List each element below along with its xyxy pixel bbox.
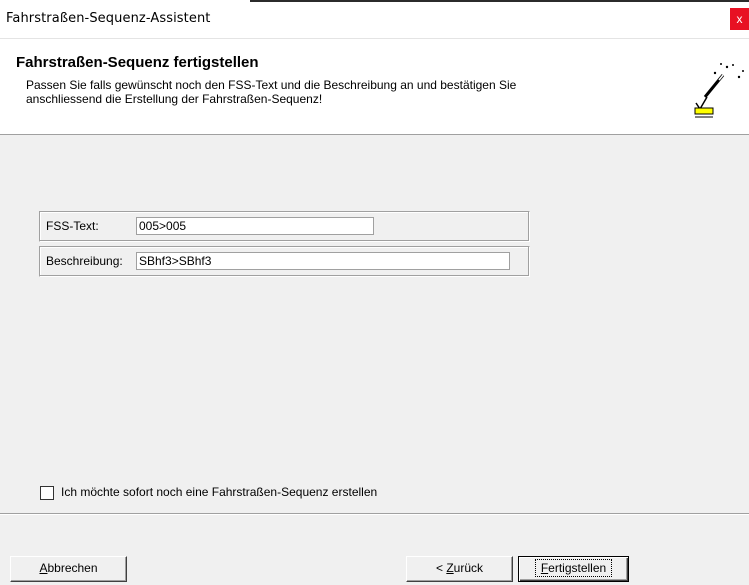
beschreibung-row: Beschreibung: — [39, 246, 530, 277]
finish-button-label: ertigstellen — [548, 561, 607, 575]
back-button[interactable]: < Zurück — [406, 556, 513, 582]
close-button[interactable]: x — [730, 8, 749, 30]
create-another-label: Ich möchte sofort noch eine Fahrstraßen-… — [61, 485, 378, 499]
back-button-prefix: < — [435, 561, 447, 575]
cancel-button[interactable]: Abbrechen — [10, 556, 127, 582]
window-title: Fahrstraßen-Sequenz-Assistent — [6, 11, 211, 26]
page-description-line-2: anschliessend die Erstellung der Fahrstr… — [26, 92, 323, 106]
wizard-header: Fahrstraßen-Sequenz fertigstellen Passen… — [0, 39, 749, 135]
back-button-label: urück — [453, 561, 484, 575]
wizard-content — [0, 135, 749, 512]
beschreibung-label: Beschreibung: — [46, 254, 123, 268]
beschreibung-input[interactable] — [136, 252, 510, 270]
cancel-button-label: bbrechen — [47, 561, 98, 575]
finish-button-focus: Fertigstellen — [534, 559, 613, 577]
finish-button[interactable]: Fertigstellen — [518, 556, 629, 582]
back-button-accelerator: Z — [446, 561, 454, 575]
page-title: Fahrstraßen-Sequenz fertigstellen — [16, 54, 259, 71]
footer-separator — [0, 514, 749, 515]
title-bar-top-line — [250, 0, 749, 2]
magic-wand-icon — [694, 63, 744, 118]
page-description-line-1: Passen Sie falls gewünscht noch den FSS-… — [26, 78, 517, 92]
create-another-checkbox[interactable] — [40, 486, 54, 500]
fss-text-input[interactable] — [136, 217, 374, 235]
fss-text-row: FSS-Text: — [39, 211, 530, 242]
page-description: Passen Sie falls gewünscht noch den FSS-… — [26, 78, 626, 106]
fss-text-label: FSS-Text: — [46, 219, 99, 233]
title-bar: Fahrstraßen-Sequenz-Assistent x — [0, 0, 749, 39]
